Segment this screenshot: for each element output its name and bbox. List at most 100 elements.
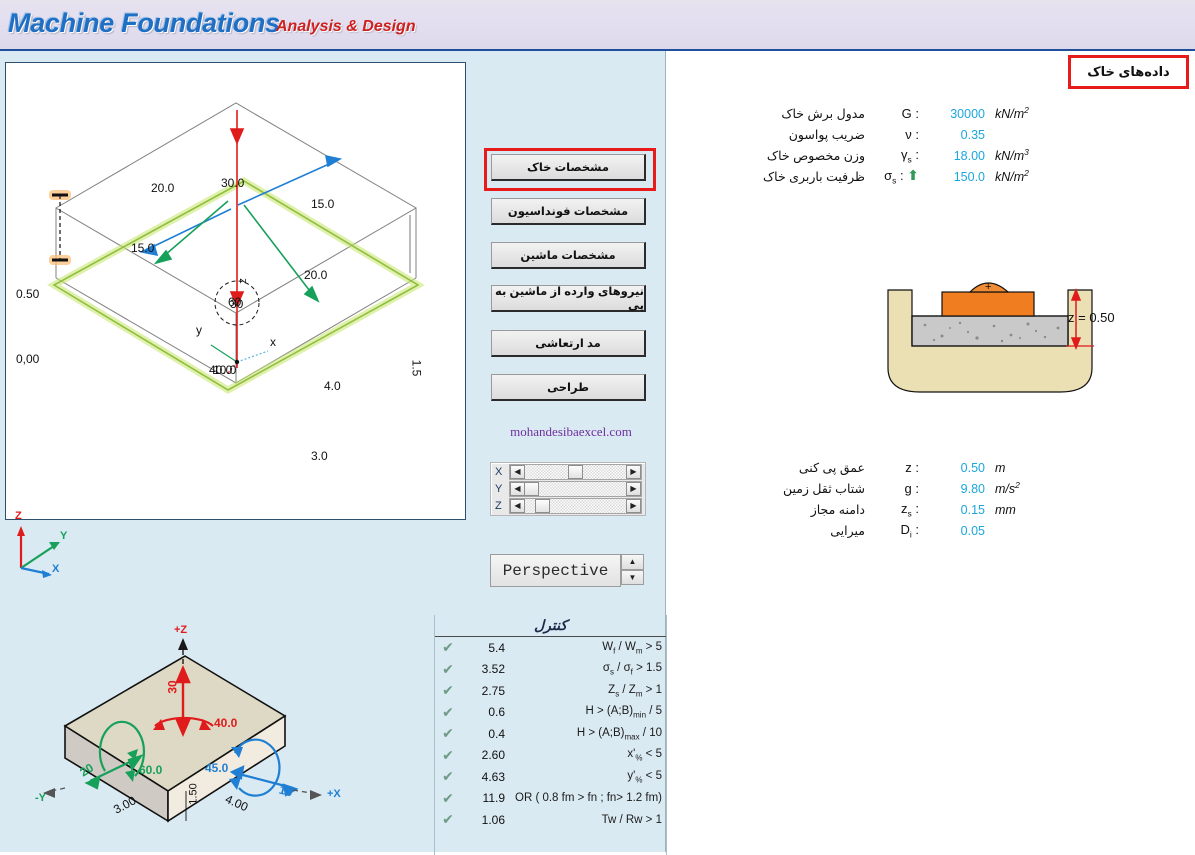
soil-data-unit: mm	[995, 502, 1016, 517]
soil-data-symbol: ν :	[905, 127, 919, 142]
scroll-thumb-y[interactable]	[524, 481, 539, 496]
perspective-drawing-canvas[interactable]: 20.0 30.0 15.0 15.0 20.0 60 30 40.0 10.0…	[5, 62, 466, 578]
control-table: کنترل ✔ 5.4 Wf / Wm > 5 ✔ 3.52 σs / σf > 1.5 ✔…	[434, 615, 667, 855]
rotation-scrollbar-x[interactable]: ◀ ▶	[509, 463, 642, 480]
button-foundation-properties[interactable]: مشخصات فونداسیون	[491, 198, 646, 225]
soil-data-value[interactable]: 150.0	[923, 170, 985, 184]
button-design[interactable]: طراحی	[491, 374, 646, 401]
spinner-up-arrow[interactable]: ▲	[621, 554, 644, 570]
soil-data-symbol: γs :	[901, 146, 919, 165]
block-moment-x: 45.0	[205, 761, 229, 775]
rotation-scrollbar-z[interactable]: ◀ ▶	[509, 497, 642, 514]
control-value: 0.6	[488, 705, 505, 720]
soil-data-label: مدول برش خاک	[781, 107, 865, 121]
scroll-thumb-z[interactable]	[535, 498, 550, 513]
soil-data-value[interactable]: 0.50	[923, 461, 985, 475]
soil-data-value[interactable]: 0.35	[923, 128, 985, 142]
cross-section-depth-label: z = 0.50	[1068, 310, 1115, 325]
control-criterion: Tw / Rw > 1	[601, 813, 662, 826]
view-rotation-controls[interactable]: X ◀ ▶ Y ◀ ▶ Z ◀ ▶	[490, 462, 646, 516]
soil-data-value[interactable]: 0.15	[923, 503, 985, 517]
control-value: 2.75	[481, 683, 505, 698]
control-row: ✔ 2.60 x'% < 5	[435, 745, 666, 767]
scroll-right-arrow-y[interactable]: ▶	[626, 481, 641, 496]
soil-data-symbol: Di :	[900, 521, 919, 540]
control-criterion: x'% < 5	[627, 748, 662, 763]
load-block-svg	[43, 638, 322, 823]
soil-data-unit: kN/m2	[995, 168, 1029, 185]
soil-data-label: ظرفیت باربری خاک	[762, 170, 865, 184]
check-icon: ✔	[442, 639, 454, 656]
dim-bottom-center-b: 10.0	[213, 363, 237, 377]
control-value: 4.63	[481, 769, 505, 784]
dim-height: 1.5	[409, 359, 424, 377]
button-machine-properties[interactable]: مشخصات ماشین	[491, 242, 646, 269]
control-criterion: y'% < 5	[627, 769, 662, 784]
control-table-title: کنترل	[435, 615, 666, 637]
rotation-row-y[interactable]: Y ◀ ▶	[491, 480, 645, 497]
website-link[interactable]: mohandesibaexcel.com	[496, 424, 646, 440]
check-icon: ✔	[442, 746, 454, 763]
dim-side-3: 3.0	[311, 449, 328, 463]
app-header: Machine Foundations Analysis & Design	[0, 0, 1195, 51]
block-axis-ny-label: -Y	[35, 792, 46, 804]
soil-data-symbol: G :	[901, 106, 919, 121]
button-machine-forces[interactable]: نیروهای وارده از ماشین به پی	[491, 285, 646, 312]
control-row: ✔ 11.9 OR ( 0.8 fm > fn ; fn> 1.2 fm)	[435, 788, 666, 810]
elevation-bottom-label: 0,00	[16, 352, 40, 366]
dim-mid-left: 15.0	[131, 241, 155, 255]
block-axis-pz-label: +Z	[174, 624, 188, 636]
control-row: ✔ 1.06 Tw / Rw > 1	[435, 809, 666, 831]
dim-side-4: 4.0	[324, 379, 341, 393]
control-criterion: Wf / Wm > 5	[602, 640, 662, 655]
scroll-thumb-x[interactable]	[568, 464, 583, 479]
soil-data-unit: kN/m2	[995, 105, 1029, 122]
dim-top-right: 15.0	[311, 197, 335, 211]
soil-data-symbol: g :	[904, 481, 919, 496]
soil-data-row: وزن مخصوص خاک γs : 18.00 kN/m3	[745, 145, 1065, 166]
soil-data-row: ضریب پواسون ν : 0.35	[745, 124, 1065, 145]
rotation-axis-y-label: Y	[495, 482, 503, 495]
rotation-scrollbar-y[interactable]: ◀ ▶	[509, 480, 642, 497]
triad-z-label: Z	[15, 510, 22, 522]
soil-data-row: مدول برش خاک G : 30000 kN/m2	[745, 103, 1065, 124]
projection-mode-field[interactable]: Perspective	[490, 554, 621, 587]
soil-data-value[interactable]: 18.00	[923, 149, 985, 163]
soil-data-value[interactable]: 30000	[923, 107, 985, 121]
control-criterion: Zs / Zm > 1	[608, 683, 662, 698]
control-value: 1.06	[481, 812, 505, 827]
check-icon: ✔	[442, 811, 454, 828]
scroll-left-arrow-x[interactable]: ◀	[510, 464, 525, 479]
soil-data-row: شتاب ثقل زمین g : 9.80 m/s2	[745, 478, 1065, 499]
control-criterion: H > (A;B)max / 10	[576, 726, 662, 741]
soil-data-title: داده‌های خاک	[1068, 55, 1189, 89]
triad-x-label: X	[52, 563, 60, 575]
check-icon: ✔	[442, 725, 454, 742]
left-panel: 20.0 30.0 15.0 15.0 20.0 60 30 40.0 10.0…	[0, 51, 667, 855]
spinner-down-arrow[interactable]: ▼	[621, 569, 644, 585]
rotation-row-x[interactable]: X ◀ ▶	[491, 463, 645, 480]
check-icon: ✔	[442, 703, 454, 720]
block-dim-h: 1.50	[187, 783, 200, 805]
scroll-right-arrow-z[interactable]: ▶	[626, 498, 641, 513]
projection-spinner[interactable]: ▲ ▼	[621, 554, 644, 585]
soil-data-value[interactable]: 9.80	[923, 482, 985, 496]
control-row: ✔ 4.63 y'% < 5	[435, 766, 666, 788]
button-soil-properties[interactable]: مشخصات خاک	[491, 154, 646, 181]
scroll-right-arrow-x[interactable]: ▶	[626, 464, 641, 479]
control-criterion: OR ( 0.8 fm > fn ; fn> 1.2 fm)	[515, 792, 662, 805]
button-vibration-mode[interactable]: مد ارتعاشی	[491, 330, 646, 357]
soil-data-value[interactable]: 0.05	[923, 524, 985, 538]
elevation-top-label: 0.50	[16, 287, 40, 301]
control-row: ✔ 0.6 H > (A;B)min / 5	[435, 702, 666, 724]
block-moment-y: 60.0	[139, 763, 163, 777]
load-block-diagram: +Z +X -Y 30 40.0 20 60.0 15 45.0 3.00 4.…	[35, 616, 375, 851]
dim-top-mid: 30.0	[221, 176, 245, 190]
scroll-left-arrow-y[interactable]: ◀	[510, 481, 525, 496]
soil-data-row: دامنه مجاز zs : 0.15 mm	[745, 499, 1065, 520]
scroll-left-arrow-z[interactable]: ◀	[510, 498, 525, 513]
rotation-row-z[interactable]: Z ◀ ▶	[491, 497, 645, 514]
block-axis-px-label: +X	[327, 788, 341, 800]
axis-triad: Z Y X	[11, 508, 71, 583]
control-rows-container: ✔ 5.4 Wf / Wm > 5 ✔ 3.52 σs / σf > 1.5 ✔ 2.75 Zs…	[435, 637, 666, 831]
